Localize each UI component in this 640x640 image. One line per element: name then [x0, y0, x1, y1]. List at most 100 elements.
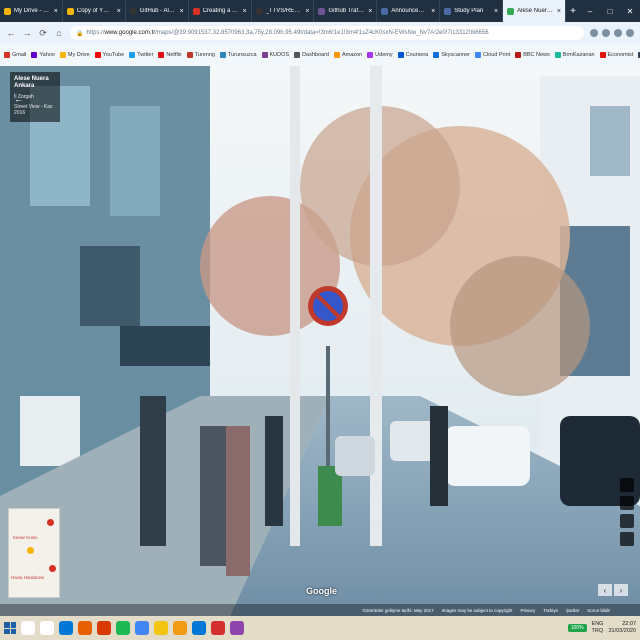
bookmark-item[interactable]: Dashboard — [294, 52, 329, 58]
zoom-out-icon[interactable] — [620, 532, 634, 546]
tab-favicon-icon — [444, 7, 452, 15]
bookmark-favicon-icon — [129, 52, 136, 58]
back-arrow-icon[interactable]: ← — [6, 28, 16, 38]
tab-close-icon[interactable]: × — [117, 8, 121, 15]
map-label: Kenar Kosei — [13, 535, 38, 540]
browser-tab[interactable]: _TTVS/README.md× — [252, 0, 315, 22]
bookmark-item[interactable]: Turunsuzca — [219, 52, 257, 58]
search-icon[interactable] — [21, 621, 35, 635]
mini-map[interactable]: Kenar Kosei Havai Hardanesi — [8, 508, 60, 598]
spotify-icon[interactable] — [116, 621, 130, 635]
bookmark-label: YouTube — [102, 52, 125, 58]
bookmark-label: Economist — [607, 52, 634, 58]
bookmark-item[interactable]: My Drive — [59, 52, 90, 58]
extension-icon[interactable] — [602, 29, 610, 37]
url-host: www.google.com.tr — [104, 30, 156, 36]
tab-close-icon[interactable]: × — [305, 8, 309, 15]
tab-close-icon[interactable]: × — [431, 8, 435, 15]
file-explorer-icon[interactable] — [154, 621, 168, 635]
bookmark-favicon-icon — [158, 52, 165, 58]
bookmarks-bar: Gmail Yahoo My Drive YouTube Twitter Netflix T… — [0, 44, 640, 66]
new-tab-button[interactable]: + — [566, 0, 580, 22]
browser-tab[interactable]: My Drive - Google× — [0, 0, 63, 22]
menu-icon[interactable] — [626, 29, 634, 37]
tab-close-icon[interactable]: × — [54, 8, 58, 15]
zoom-in-icon[interactable] — [620, 514, 634, 528]
browser-tab[interactable]: GitHub - AlexeyAB/Yolo× — [126, 0, 189, 22]
address-bar[interactable]: 🔒 https:// www.google.com.tr /maps/@39.9… — [70, 26, 584, 40]
tab-close-icon[interactable]: × — [242, 8, 246, 15]
star-icon[interactable] — [590, 29, 598, 37]
browser-tab[interactable]: Creating a YOLOv3× — [189, 0, 252, 22]
tab-title: Announcements - — [391, 8, 428, 14]
bookmark-item[interactable]: Yahoo — [31, 52, 55, 58]
footer-link[interactable]: Sorun bildir — [587, 608, 610, 613]
footer-link[interactable]: Görüntüler gelişme tarihi: May 2017 — [362, 608, 433, 613]
browser-tab[interactable]: Announcements -× — [377, 0, 441, 22]
bookmark-item[interactable]: Skyscanner — [433, 52, 470, 58]
bookmark-item[interactable]: YouTube — [94, 52, 125, 58]
bookmark-favicon-icon — [599, 52, 606, 58]
clock[interactable]: 22:07 31/03/2020 — [608, 621, 636, 634]
bookmark-item[interactable]: Amazon — [333, 52, 362, 58]
browser-tab[interactable]: Copy of YOLOv3_Tu× — [63, 0, 126, 22]
acrobat-icon[interactable] — [211, 621, 225, 635]
battery-indicator[interactable]: 100% — [567, 624, 587, 632]
bookmark-item[interactable]: Economist — [599, 52, 634, 58]
edge-icon[interactable] — [59, 621, 73, 635]
bookmark-item[interactable]: Gmail — [4, 52, 26, 58]
bookmark-label: Turunsuzca — [227, 52, 257, 58]
tab-title: GitHub - AlexeyAB/Yolo — [139, 8, 177, 14]
forward-arrow-icon[interactable]: → — [22, 28, 32, 38]
bookmark-item[interactable]: Turenng — [186, 52, 215, 58]
bookmark-item[interactable]: KUDOS — [261, 52, 289, 58]
bookmark-item[interactable]: BBC News — [515, 52, 550, 58]
compass-icon[interactable] — [620, 478, 634, 492]
minimize-button[interactable]: – — [580, 0, 600, 22]
browser-tab[interactable]: Github Traffic Signs× — [314, 0, 378, 22]
pan-right-icon[interactable]: › — [614, 584, 628, 596]
chrome-icon[interactable] — [135, 621, 149, 635]
street-view-panorama[interactable] — [0, 66, 640, 616]
task-view-icon[interactable] — [40, 621, 54, 635]
tab-close-icon[interactable]: × — [368, 8, 372, 15]
close-window-button[interactable]: ✕ — [620, 0, 640, 22]
windows-start-icon[interactable] — [4, 622, 16, 634]
bookmark-item[interactable]: BrmKazanan — [554, 52, 595, 58]
profile-icon[interactable] — [614, 29, 622, 37]
browser-tab[interactable]: Study Plan × — [440, 0, 504, 22]
maximize-button[interactable]: □ — [600, 0, 620, 22]
street-view-image[interactable] — [0, 66, 640, 616]
tab-close-icon[interactable]: × — [180, 8, 184, 15]
window-controls: – □ ✕ — [580, 0, 640, 22]
office-icon[interactable] — [97, 621, 111, 635]
back-icon[interactable]: ← — [14, 94, 23, 104]
app-s-icon[interactable] — [230, 621, 244, 635]
folder-icon[interactable] — [173, 621, 187, 635]
pegman-icon[interactable] — [620, 496, 634, 510]
footer-link[interactable]: Şartlar — [566, 608, 579, 613]
reload-icon[interactable]: ⟳ — [38, 28, 48, 39]
browser-tab[interactable]: Alese Nuera Ankara× — [503, 0, 567, 22]
tab-close-icon[interactable]: × — [494, 8, 498, 15]
map-label: Havai Hardanesi — [11, 575, 45, 580]
bookmark-label: Twitter — [137, 52, 154, 58]
tab-close-icon[interactable]: × — [557, 8, 561, 15]
footer-link[interactable]: Images may be subject to copyright — [442, 608, 513, 613]
bookmark-item[interactable]: Twitter — [129, 52, 153, 58]
firefox-icon[interactable] — [78, 621, 92, 635]
capture-date[interactable]: Street View - Kas 2016 — [14, 104, 56, 116]
bookmark-item[interactable]: Udemy — [367, 52, 393, 58]
mail-icon[interactable] — [192, 621, 206, 635]
pan-left-icon[interactable]: ‹ — [598, 584, 612, 596]
bookmark-item[interactable]: Cloud Print — [474, 52, 510, 58]
footer-link[interactable]: Türkiye — [543, 608, 558, 613]
bookmark-item[interactable]: Coursera — [397, 52, 428, 58]
footer-link[interactable]: Privacy — [520, 608, 535, 613]
language-indicator[interactable]: ENG TRQ — [592, 621, 604, 634]
home-icon[interactable]: ⌂ — [54, 28, 64, 38]
tab-title: My Drive - Google — [14, 8, 51, 14]
bookmark-item[interactable]: Netflix — [158, 52, 182, 58]
map-footer: Görüntüler gelişme tarihi: May 2017 Image… — [0, 604, 640, 616]
bookmark-favicon-icon — [219, 52, 226, 58]
